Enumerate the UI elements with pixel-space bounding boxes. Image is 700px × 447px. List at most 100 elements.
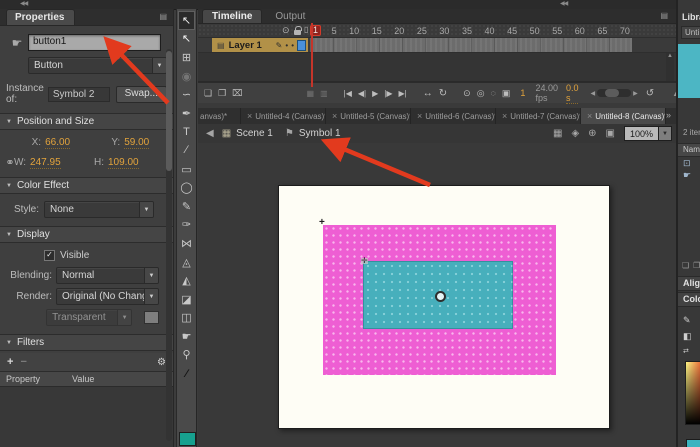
canvas-pasteboard[interactable]: + ✛ [198, 143, 676, 447]
subselection-tool[interactable]: ↖ [178, 30, 195, 49]
layer-frames-strip[interactable] [310, 38, 632, 52]
back-arrow-icon[interactable]: ◀ [206, 128, 214, 139]
visible-checkbox[interactable]: ✓ [44, 250, 55, 261]
close-tab-icon[interactable]: × [247, 111, 252, 121]
render-dropdown[interactable]: Original (No Change) ▼ [56, 288, 159, 305]
instance-of-value[interactable]: Symbol 2 [48, 87, 110, 102]
width-tool[interactable]: ◫ [178, 309, 195, 328]
ruler-label[interactable]: 10 [347, 26, 361, 36]
document-tab[interactable]: × anvas)* [198, 108, 241, 124]
show-hide-layers-eye-icon[interactable]: ⊙ [282, 25, 290, 36]
play-button[interactable]: ▶ [372, 89, 378, 98]
document-tab[interactable]: × Untitled-6 (Canvas)* [411, 108, 496, 124]
text-tool[interactable]: T [178, 123, 195, 142]
fill-color-chip[interactable] [179, 432, 196, 446]
ruler-label[interactable]: 60 [573, 26, 587, 36]
layer-name[interactable]: Layer 1 [229, 40, 276, 51]
tab-overflow-icon[interactable]: » [666, 108, 676, 124]
section-filters[interactable]: ▼ Filters [0, 334, 173, 351]
section-display[interactable]: ▼ Display [0, 226, 173, 243]
clip-content-button[interactable]: ▣ [606, 128, 615, 139]
bone-tool[interactable]: ⋈ [178, 234, 195, 253]
zoom-level-dropdown[interactable]: 100% ▼ [624, 126, 672, 141]
frame-view-icon-1[interactable]: ▦ [307, 89, 315, 98]
stroke-color-button[interactable]: ✎ [683, 315, 700, 326]
remove-filter-button[interactable]: − [20, 356, 26, 368]
library-new-folder-button[interactable]: ❐ [693, 261, 700, 270]
ruler-label[interactable]: 20 [392, 26, 406, 36]
lasso-tool[interactable]: ∽ [178, 85, 195, 104]
center-frame-button[interactable]: ⊙ [463, 88, 471, 99]
current-fill-swatch[interactable] [686, 439, 700, 447]
ruler-label[interactable]: 30 [437, 26, 451, 36]
eyedropper-tool[interactable]: ◭ [178, 271, 195, 290]
collapse-dock-icon[interactable]: ◀◀ [560, 0, 567, 7]
collapse-panel-icon[interactable]: ◀◀ [20, 0, 27, 7]
close-tab-icon[interactable]: × [587, 111, 592, 121]
library-document-dropdown[interactable]: Unti [681, 26, 700, 39]
layer-lock-dot[interactable]: • [291, 41, 294, 50]
layer-row[interactable]: ▤ Layer 1 ✎ • • [212, 38, 308, 52]
elapsed-time[interactable]: 0.0 s [566, 83, 579, 104]
stroke-color-chip[interactable]: ∕ [178, 364, 195, 383]
swap-colors-icon[interactable]: ⇄ [683, 347, 700, 355]
color-picker-gradient[interactable] [685, 361, 700, 425]
document-tab[interactable]: × Untitled-7 (Canvas)* [496, 108, 581, 124]
library-name-column-header[interactable]: Name [678, 143, 700, 157]
timeline-tab[interactable]: Timeline [202, 9, 262, 23]
onion-skin-outlines-button[interactable]: ◌ [491, 88, 496, 98]
layer-outline-color-chip[interactable] [297, 40, 306, 51]
library-panel-title[interactable]: Libra [678, 0, 700, 22]
frame-rate[interactable]: 24.00 fps [535, 83, 558, 103]
fill-color-button[interactable]: ◧ [683, 331, 700, 342]
y-value[interactable]: 59.00 [124, 137, 149, 149]
playhead[interactable] [311, 23, 313, 87]
style-dropdown[interactable]: None ▼ [44, 201, 154, 218]
step-back-button[interactable]: ◀| [358, 89, 366, 98]
instance-name-input[interactable]: button1 [28, 34, 161, 51]
ruler-label[interactable]: 15 [370, 26, 384, 36]
pen-tool[interactable]: ✒ [178, 104, 195, 123]
color-panel-header[interactable]: Color [678, 292, 700, 307]
h-value[interactable]: 109.00 [108, 157, 139, 169]
brush-tool[interactable]: ✑ [178, 216, 195, 235]
timeline-empty-area[interactable]: ▲ [198, 53, 676, 82]
line-tool[interactable]: ∕ [178, 141, 195, 160]
edit-multiple-frames-button[interactable]: ▣ [502, 88, 511, 99]
panel-menu-icon[interactable]: ▤ [660, 11, 668, 20]
edit-scene-button[interactable]: ▦ [553, 128, 562, 139]
loop-button[interactable]: ↔ [423, 88, 433, 99]
ruler-label[interactable]: 70 [618, 26, 632, 36]
breadcrumb-symbol[interactable]: Symbol 1 [299, 128, 341, 139]
symbol-type-dropdown[interactable]: Button ▼ [28, 57, 167, 74]
go-to-first-frame-button[interactable]: |◀ [344, 89, 352, 98]
ruler-label[interactable]: 55 [550, 26, 564, 36]
w-value[interactable]: 247.95 [30, 157, 61, 169]
rectangle-tool[interactable]: ▭ [178, 160, 195, 179]
blending-dropdown[interactable]: Normal ▼ [56, 267, 159, 284]
library-item[interactable]: ☛ [678, 169, 700, 181]
selection-tool[interactable]: ↖ [178, 11, 195, 30]
timeline-tab[interactable]: Output [266, 10, 314, 23]
button-instance-shape[interactable]: ✛ [363, 261, 513, 329]
close-tab-icon[interactable]: × [502, 111, 507, 121]
library-new-symbol-button[interactable]: ❏ [682, 261, 689, 270]
loop-playback-button[interactable]: ↻ [439, 88, 447, 99]
filters-list[interactable] [0, 387, 173, 447]
new-layer-button[interactable]: ❏ [204, 88, 212, 99]
go-to-last-frame-button[interactable]: ▶| [399, 89, 407, 98]
stage[interactable]: + ✛ [278, 185, 610, 429]
properties-scrollbar[interactable] [166, 49, 172, 441]
ruler-label[interactable]: 35 [460, 26, 474, 36]
current-frame-number[interactable]: 1 [520, 88, 525, 98]
ruler-label[interactable]: 65 [595, 26, 609, 36]
free-transform-tool[interactable]: ⊞ [178, 48, 195, 67]
ruler-label[interactable]: 5 [330, 26, 339, 36]
section-position-and-size[interactable]: ▼ Position and Size [0, 113, 173, 130]
document-tab[interactable]: × Untitled-8 (Canvas)* [581, 108, 666, 124]
add-filter-button[interactable]: + [7, 356, 13, 368]
reset-timeline-zoom-button[interactable]: ↺ [646, 88, 654, 99]
center-stage-button[interactable]: ⊕ [588, 128, 596, 139]
document-tab[interactable]: × Untitled-5 (Canvas)* [326, 108, 411, 124]
layer-visible-dot[interactable]: • [285, 41, 288, 50]
